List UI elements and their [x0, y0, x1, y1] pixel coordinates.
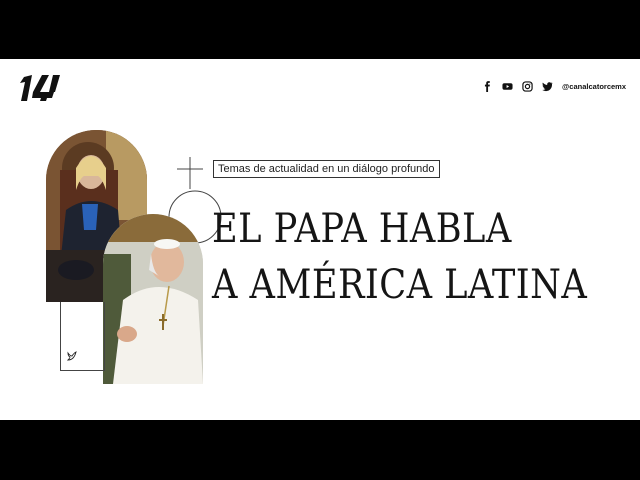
social-handle[interactable]: @canalcatorcemx [562, 82, 626, 91]
twitter-icon[interactable] [542, 81, 553, 92]
youtube-icon[interactable] [502, 81, 513, 92]
social-bar: @canalcatorcemx [482, 79, 626, 93]
canal-14-logo [20, 75, 60, 101]
headline: EL PAPA HABLA A AMÉRICA LATINA [212, 201, 587, 313]
tagline-box: Temas de actualidad en un diálogo profun… [213, 160, 440, 178]
dove-icon [66, 351, 77, 361]
headline-line-2: A AMÉRICA LATINA [212, 262, 588, 308]
pope-photo [103, 214, 203, 384]
thumbnail-frame: @canalcatorcemx Temas de actualidad en u… [0, 59, 640, 420]
headline-line-1: EL PAPA HABLA [212, 206, 512, 252]
instagram-icon[interactable] [522, 80, 533, 92]
facebook-icon[interactable] [482, 80, 493, 92]
